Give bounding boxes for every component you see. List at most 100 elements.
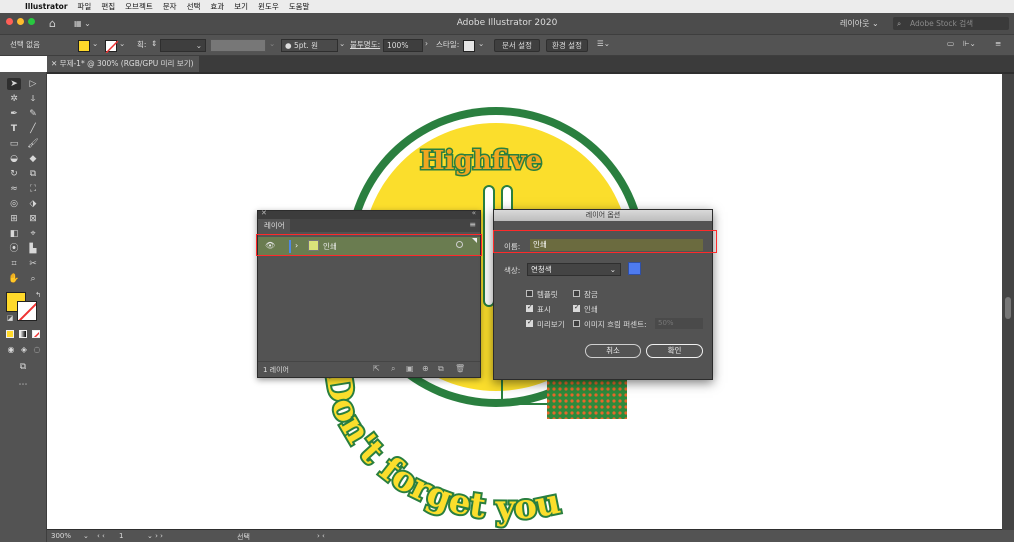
scale-tool-icon[interactable]: ⧉	[26, 168, 40, 180]
draw-inside-icon[interactable]: ◌	[30, 344, 44, 356]
graphic-style-swatch[interactable]	[463, 40, 475, 52]
color-mode-icon[interactable]	[6, 330, 14, 338]
layer-color-swatch[interactable]	[628, 262, 641, 275]
zoom-level[interactable]: 300%	[51, 532, 71, 540]
lock-checkbox[interactable]	[573, 290, 580, 297]
hand-tool-icon[interactable]: ✋	[7, 273, 21, 285]
menu-window[interactable]: 윈도우	[253, 1, 284, 12]
preview-checkbox[interactable]	[526, 318, 533, 327]
panel-header[interactable]: ✕ «	[258, 209, 480, 219]
profile-dropdown-icon[interactable]: ⌄	[269, 39, 275, 48]
rotate-tool-icon[interactable]: ↻	[7, 168, 21, 180]
menu-view[interactable]: 보기	[229, 1, 253, 12]
template-checkbox[interactable]	[526, 290, 533, 297]
align-panel-icon[interactable]: ⊩⌄	[963, 39, 976, 48]
preferences-button[interactable]: 환경 설정	[546, 39, 588, 52]
magic-wand-tool-icon[interactable]: ✲	[7, 93, 21, 105]
stroke-stepper-icon[interactable]: ⇕	[151, 39, 157, 48]
curvature-tool-icon[interactable]: ✎	[26, 108, 40, 120]
none-mode-icon[interactable]	[32, 330, 40, 338]
print-checkbox[interactable]	[573, 303, 580, 312]
panel-menu-icon[interactable]: ≡	[469, 220, 476, 229]
stroke-dropdown-icon[interactable]: ⌄	[119, 39, 125, 48]
draw-behind-icon[interactable]: ◈	[17, 344, 31, 356]
opacity-label[interactable]: 불투명도:	[350, 39, 380, 50]
shape-builder-tool-icon[interactable]: ◎	[7, 198, 21, 210]
ok-button[interactable]: 확인	[646, 344, 703, 358]
eyedropper-tool-icon[interactable]: ⌖	[26, 228, 40, 240]
vertical-scrollbar[interactable]	[1002, 74, 1014, 530]
default-colors-icon[interactable]: ◪	[3, 312, 17, 324]
zoom-tool-icon[interactable]: ⌕	[26, 273, 40, 285]
stroke-swatch[interactable]	[105, 40, 118, 53]
align-icon[interactable]: ☰⌄	[597, 39, 610, 48]
column-graph-tool-icon[interactable]: ▙	[26, 243, 40, 255]
export-icon[interactable]: ⇱	[373, 364, 380, 373]
new-sublayer-icon[interactable]: ⊕	[422, 364, 429, 373]
workspace-switcher[interactable]: 레이아웃 ⌄	[840, 18, 879, 29]
gradient-mode-icon[interactable]	[19, 330, 27, 338]
slice-tool-icon[interactable]: ✂	[26, 258, 40, 270]
cancel-button[interactable]: 취소	[585, 344, 641, 358]
doc-tab-untitled[interactable]: ✕ 무제-1* @ 300% (RGB/GPU 미리 보기)	[47, 56, 199, 72]
paintbrush-tool-icon[interactable]: 🖌	[26, 138, 40, 150]
new-layer-icon[interactable]: ⧉	[438, 364, 444, 374]
zoom-dropdown-icon[interactable]: ⌄	[83, 532, 89, 540]
menu-object[interactable]: 오브젝트	[120, 1, 158, 12]
menu-file[interactable]: 파일	[73, 1, 97, 12]
fill-swatch[interactable]	[78, 40, 90, 52]
width-tool-icon[interactable]: ≈	[7, 183, 21, 195]
blend-tool-icon[interactable]: ⦿	[7, 243, 21, 255]
scroll-thumb[interactable]	[1005, 297, 1011, 319]
show-checkbox[interactable]	[526, 303, 533, 312]
close-tab-icon[interactable]: ✕	[51, 59, 60, 68]
menu-effect[interactable]: 효과	[205, 1, 229, 12]
locate-object-icon[interactable]: ⌕	[391, 364, 395, 374]
menu-help[interactable]: 도움말	[284, 1, 315, 12]
eraser-tool-icon[interactable]: ◆	[26, 153, 40, 165]
lasso-tool-icon[interactable]: ↆ	[26, 93, 40, 105]
panel-toggle-icon[interactable]: ▭	[947, 39, 954, 48]
artboard-nav-icon[interactable]: ⌄ › ›	[147, 532, 163, 540]
variable-width-profile[interactable]	[210, 39, 266, 52]
trash-icon[interactable]: 🗑	[455, 364, 465, 373]
collapse-panel-icon[interactable]: «	[472, 209, 476, 217]
rectangle-tool-icon[interactable]: ▭	[7, 138, 21, 150]
menu-select[interactable]: 선택	[182, 1, 206, 12]
perspective-grid-tool-icon[interactable]: ⊞	[7, 213, 21, 225]
fill-dropdown-icon[interactable]: ⌄	[92, 39, 98, 48]
style-dropdown-icon[interactable]: ⌄	[478, 39, 484, 48]
shaper-tool-icon[interactable]: ◒	[7, 153, 21, 165]
brush-definition-field[interactable]: ● 5pt. 원	[281, 39, 338, 52]
gradient-tool-icon[interactable]: ◧	[7, 228, 21, 240]
draw-normal-icon[interactable]: ◉	[4, 344, 18, 356]
controlbar-menu-icon[interactable]: ≡	[995, 39, 1001, 48]
clipping-mask-icon[interactable]: ▣	[406, 364, 414, 373]
tab-layers[interactable]: 레이어	[258, 219, 290, 232]
menu-app[interactable]: Illustrator	[20, 2, 73, 11]
live-paint-tool-icon[interactable]: ⬗	[26, 198, 40, 210]
mesh-tool-icon[interactable]: ⊠	[26, 213, 40, 225]
close-panel-icon[interactable]: ✕	[261, 209, 267, 217]
line-tool-icon[interactable]: ╱	[26, 123, 40, 135]
selection-tool-icon[interactable]: ➤	[7, 78, 21, 90]
direct-selection-tool-icon[interactable]: ▷	[26, 78, 40, 90]
status-arrow-icon[interactable]: › ‹	[317, 532, 325, 540]
free-transform-tool-icon[interactable]: ⛶	[26, 183, 40, 195]
layer-color-select[interactable]: 연청색 ⌄	[527, 263, 621, 276]
menu-edit[interactable]: 편집	[96, 1, 120, 12]
artboard-number[interactable]: 1	[119, 532, 123, 540]
stroke-color-box[interactable]	[17, 301, 37, 321]
dim-percent-input[interactable]: 50%	[655, 318, 703, 329]
dim-images-checkbox[interactable]	[573, 320, 580, 327]
brush-dropdown-icon[interactable]: ⌄	[339, 39, 345, 48]
document-setup-button[interactable]: 문서 설정	[494, 39, 540, 52]
stroke-weight-field[interactable]: ⌄	[160, 39, 206, 52]
pen-tool-icon[interactable]: ✒	[7, 108, 21, 120]
menu-type[interactable]: 문자	[158, 1, 182, 12]
swap-colors-icon[interactable]: ↰	[31, 289, 45, 301]
artboard-nav-icon[interactable]: ‹ ‹	[97, 532, 105, 540]
opacity-arrow-icon[interactable]: ›	[425, 39, 428, 48]
edit-toolbar-icon[interactable]: ⋯	[16, 379, 30, 391]
screen-mode-icon[interactable]: ⧉	[16, 361, 30, 373]
